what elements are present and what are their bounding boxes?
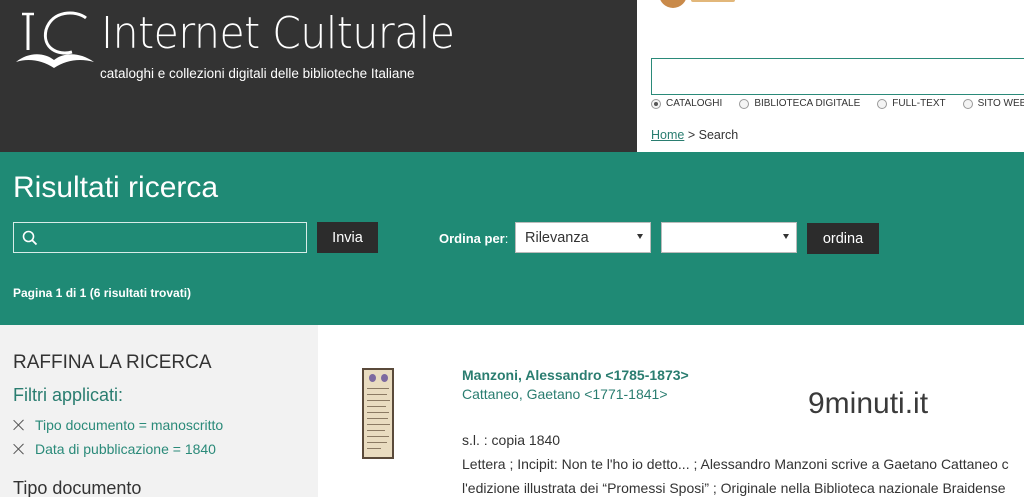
partner-logo-text bbox=[691, 0, 735, 2]
scope-full-text[interactable]: FULL-TEXT bbox=[877, 98, 946, 109]
scope-label: SITO WEB bbox=[977, 98, 1024, 109]
search-icon bbox=[22, 230, 38, 246]
result-author-link[interactable]: Manzoni, Alessandro <1785-1873> bbox=[462, 367, 689, 383]
radio-icon[interactable] bbox=[739, 98, 750, 109]
applied-filter-data[interactable]: Data di pubblicazione = 1840 bbox=[13, 441, 216, 457]
remove-filter-icon[interactable] bbox=[13, 419, 25, 431]
pagination-info: Pagina 1 di 1 (6 risultati trovati) bbox=[13, 286, 192, 300]
search-scope-options: CATALOGHI BIBLIOTECA DIGITALE FULL-TEXT … bbox=[651, 98, 1024, 109]
scope-biblioteca-digitale[interactable]: BIBLIOTECA DIGITALE bbox=[739, 98, 860, 109]
site-subtitle: cataloghi e collezioni digitali delle bi… bbox=[100, 66, 415, 81]
scope-label: CATALOGHI bbox=[666, 98, 723, 109]
radio-checked-icon[interactable] bbox=[651, 98, 661, 109]
result-place-date: s.l. : copia 1840 bbox=[462, 432, 561, 448]
scope-cataloghi[interactable]: CATALOGHI bbox=[651, 98, 722, 109]
sort-label-colon: : bbox=[504, 231, 509, 246]
applied-filters-title: Filtri applicati: bbox=[13, 385, 124, 405]
partner-logo[interactable] bbox=[659, 0, 687, 8]
result-coauthor-link[interactable]: Cattaneo, Gaetano <1771-1841> bbox=[462, 386, 668, 402]
filter-label: Data di pubblicazione = 1840 bbox=[35, 441, 216, 457]
results-header: Risultati ricerca Invia Ordina per: Rile… bbox=[0, 152, 1024, 325]
sort-label-text: Ordina per bbox=[439, 231, 505, 246]
results-search-input[interactable] bbox=[13, 222, 307, 253]
breadcrumb-current: Search bbox=[698, 128, 739, 142]
refine-title: RAFFINA LA RICERCA bbox=[13, 352, 212, 373]
scope-sito-web[interactable]: SITO WEB bbox=[962, 98, 1024, 109]
remove-filter-icon[interactable] bbox=[13, 443, 25, 455]
applied-filter-tipo[interactable]: Tipo documento = manoscritto bbox=[13, 417, 223, 433]
result-description: Lettera ; Incipit: Non te l'ho io detto.… bbox=[462, 456, 1009, 472]
scope-label: FULL-TEXT bbox=[892, 98, 946, 109]
scope-label: BIBLIOTECA DIGITALE bbox=[754, 98, 861, 109]
global-search-input[interactable] bbox=[651, 58, 1024, 95]
logo-icon[interactable] bbox=[14, 8, 96, 72]
page-title: Risultati ricerca bbox=[13, 171, 219, 204]
seal-icon bbox=[381, 374, 388, 382]
chevron-down-icon bbox=[637, 234, 643, 239]
chevron-down-icon bbox=[783, 234, 789, 239]
filter-label: Tipo documento = manoscritto bbox=[35, 417, 224, 433]
header-search-panel: CATALOGHI BIBLIOTECA DIGITALE FULL-TEXT … bbox=[637, 0, 1024, 152]
submit-search-button[interactable]: Invia bbox=[317, 222, 378, 253]
sort-primary-value: Rilevanza bbox=[525, 229, 589, 246]
sort-label: Ordina per: bbox=[439, 231, 508, 246]
sort-button[interactable]: ordina bbox=[807, 223, 879, 254]
results-list: Manzoni, Alessandro <1785-1873> Cattaneo… bbox=[318, 325, 1024, 497]
breadcrumb: Home > Search bbox=[651, 128, 738, 142]
refine-sidebar: RAFFINA LA RICERCA Filtri applicati: Tip… bbox=[0, 325, 318, 497]
result-description: l'edizione illustrata dei “Promessi Spos… bbox=[462, 480, 1006, 496]
breadcrumb-separator: > bbox=[687, 128, 696, 142]
breadcrumb-home-link[interactable]: Home bbox=[651, 128, 684, 142]
watermark-text: 9minuti.it bbox=[808, 387, 929, 420]
result-thumbnail[interactable] bbox=[362, 368, 394, 459]
seal-icon bbox=[369, 374, 376, 382]
sort-secondary-select[interactable] bbox=[661, 222, 797, 253]
page: Internet Culturale cataloghi e collezion… bbox=[0, 0, 1024, 497]
radio-icon[interactable] bbox=[962, 98, 973, 109]
site-header: Internet Culturale cataloghi e collezion… bbox=[0, 0, 637, 152]
site-title: Internet Culturale bbox=[101, 8, 455, 59]
facet-title-tipo-documento: Tipo documento bbox=[13, 478, 142, 497]
sort-primary-select[interactable]: Rilevanza bbox=[515, 222, 651, 253]
radio-icon[interactable] bbox=[877, 98, 888, 109]
